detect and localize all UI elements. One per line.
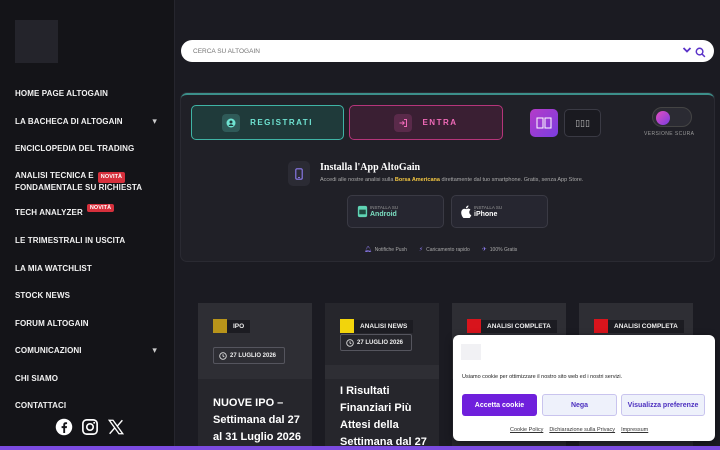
- promo-panel: REGISTRATI ENTRA ▯▯▯ VERSIONE SCURA Inst…: [181, 93, 714, 261]
- facebook-icon[interactable]: [54, 417, 74, 437]
- accept-cookies-button[interactable]: Accetta cookie: [462, 394, 537, 416]
- sidebar-item-home[interactable]: HOME PAGE ALTOGAIN: [15, 89, 165, 98]
- sidebar-item-label: ANALISI TECNICA E NOVITÀ FONDAMENTALE SU R…: [15, 171, 143, 192]
- impressum-link[interactable]: Impressum: [621, 427, 648, 433]
- sidebar-item-bacheca[interactable]: LA BACHECA DI ALTOGAIN ▾: [15, 116, 165, 127]
- search-bar: [181, 40, 714, 62]
- category-color: [594, 319, 608, 333]
- layout-two-columns-button[interactable]: [530, 109, 558, 137]
- site-logo[interactable]: [15, 20, 58, 63]
- card-title[interactable]: I Risultati Finanziari Più Attesi della …: [340, 383, 432, 450]
- category-color: [467, 319, 481, 333]
- bottom-accent-bar: [0, 446, 720, 450]
- feature-fast: ⚡︎ Caricamento rapido: [418, 246, 470, 254]
- category-color: [213, 319, 227, 333]
- chevron-down-icon[interactable]: ▾: [152, 116, 157, 127]
- dark-mode-toggle[interactable]: [652, 107, 692, 127]
- search-icon[interactable]: [695, 45, 706, 63]
- category-tag[interactable]: ANALISI COMPLETA: [467, 319, 557, 333]
- sidebar-item-forum[interactable]: FORUM ALTOGAIN: [15, 319, 165, 328]
- article-card[interactable]: ANALISI NEWS 27 LUGLIO 2026 I Risultati …: [325, 303, 439, 450]
- lightning-icon: ⚡︎: [418, 247, 424, 253]
- install-android-button[interactable]: INSTALLA SU Android: [347, 195, 444, 228]
- sidebar-item-contattaci[interactable]: CONTATTACI: [15, 401, 165, 410]
- privacy-statement-link[interactable]: Dichiarazione sulla Privacy: [549, 427, 615, 433]
- sidebar-item-watchlist[interactable]: LA MIA WATCHLIST: [15, 264, 165, 273]
- new-badge: NOVITÀ: [86, 204, 115, 212]
- cookie-banner: Usiamo cookie per ottimizzare il nostro …: [453, 335, 715, 441]
- new-badge: NOVITÀ: [97, 172, 126, 183]
- search-input[interactable]: [193, 47, 663, 55]
- login-button[interactable]: ENTRA: [349, 105, 503, 140]
- register-button[interactable]: REGISTRATI: [191, 105, 344, 140]
- sidebar-item-label: LA MIA WATCHLIST: [15, 264, 92, 273]
- feature-free: ✈︎ 100% Gratis: [481, 246, 518, 254]
- rocket-icon: ✈︎: [481, 247, 487, 253]
- clock-icon: [346, 339, 354, 349]
- clock-icon: [219, 352, 227, 362]
- dark-mode-label: VERSIONE SCURA: [644, 131, 695, 137]
- sidebar-item-label: COMUNICAZIONI: [15, 346, 82, 355]
- sidebar-item-chi-siamo[interactable]: CHI SIAMO: [15, 374, 165, 383]
- login-icon: [394, 113, 413, 132]
- cookie-text: Usiamo cookie per ottimizzare il nostro …: [462, 374, 623, 380]
- sidebar-item-label: ENCICLOPEDIA DEL TRADING: [15, 144, 135, 153]
- view-preferences-button[interactable]: Visualizza preferenze: [621, 394, 705, 416]
- chevron-down-icon[interactable]: ▾: [152, 345, 157, 356]
- sidebar-item-label: LA BACHECA DI ALTOGAIN: [15, 117, 123, 126]
- sidebar-item-trimestrali[interactable]: LE TRIMESTRALI IN USCITA: [15, 236, 165, 245]
- card-thumbnail: [198, 303, 312, 379]
- android-icon: [356, 205, 369, 223]
- cookie-policy-link[interactable]: Cookie Policy: [510, 427, 543, 433]
- sidebar-item-label: STOCK NEWS: [15, 291, 71, 300]
- sidebar-item-label: HOME PAGE ALTOGAIN: [15, 89, 109, 98]
- date-badge: 27 LUGLIO 2026: [340, 334, 412, 351]
- deny-cookies-button[interactable]: Nega: [542, 394, 617, 416]
- sidebar-item-label: TECH ANALYZER: [15, 208, 83, 217]
- category-tag[interactable]: ANALISI COMPLETA: [594, 319, 684, 333]
- sidebar-item-tech-analyzer[interactable]: TECH ANALYZER NOVITÀ: [15, 204, 165, 217]
- social-links: [54, 417, 126, 437]
- page-root: HOME PAGE ALTOGAIN LA BACHECA DI ALTOGAI…: [0, 0, 720, 450]
- sidebar-item-analisi[interactable]: ANALISI TECNICA E NOVITÀ FONDAMENTALE SU R…: [15, 171, 165, 192]
- x-icon[interactable]: [106, 417, 126, 437]
- sidebar-item-label: CHI SIAMO: [15, 374, 59, 383]
- card-title[interactable]: NUOVE IPO – Settimana dal 27 al 31 Lugli…: [213, 395, 305, 446]
- login-label: ENTRA: [422, 118, 458, 127]
- layout-three-columns-button[interactable]: ▯▯▯: [564, 109, 601, 137]
- smartphone-icon: [288, 161, 310, 186]
- category-tag[interactable]: IPO: [213, 319, 251, 333]
- sidebar-item-stock-news[interactable]: STOCK NEWS: [15, 291, 165, 300]
- columns-icon: [536, 117, 552, 129]
- app-install-title: Installa l'App AltoGain: [320, 162, 421, 173]
- columns-icon: ▯▯▯: [575, 117, 590, 128]
- sidebar: HOME PAGE ALTOGAIN LA BACHECA DI ALTOGAI…: [0, 0, 175, 450]
- sidebar-item-enciclopedia[interactable]: ENCICLOPEDIA DEL TRADING: [15, 144, 165, 153]
- sidebar-item-label: CONTATTACI: [15, 401, 67, 410]
- date-badge: 27 LUGLIO 2026: [213, 347, 285, 364]
- register-label: REGISTRATI: [250, 118, 313, 127]
- sidebar-item-comunicazioni[interactable]: COMUNICAZIONI ▾: [15, 345, 165, 356]
- article-card[interactable]: IPO 27 LUGLIO 2026 NUOVE IPO – Settimana…: [198, 303, 312, 450]
- category-tag[interactable]: ANALISI NEWS: [340, 319, 414, 333]
- app-install-description: Accedi alle nostre analisi sulla Borsa A…: [320, 177, 584, 183]
- feature-push: 🔔︎ Notifiche Push: [364, 246, 407, 254]
- sidebar-item-label: FORUM ALTOGAIN: [15, 319, 89, 328]
- chevron-down-icon[interactable]: [682, 45, 692, 58]
- toggle-knob: [656, 111, 670, 125]
- install-iphone-button[interactable]: INSTALLA SU iPhone: [451, 195, 548, 228]
- cookie-links: Cookie Policy Dichiarazione sulla Privac…: [510, 427, 648, 433]
- bell-icon: 🔔︎: [364, 247, 372, 253]
- app-features: 🔔︎ Notifiche Push ⚡︎ Caricamento rapido ✈︎…: [364, 246, 518, 254]
- user-icon: [222, 113, 241, 132]
- card-thumbnail: [325, 365, 439, 379]
- category-color: [340, 319, 354, 333]
- cookie-logo: [461, 344, 481, 360]
- sidebar-item-label: LE TRIMESTRALI IN USCITA: [15, 236, 126, 245]
- apple-icon: [460, 205, 472, 223]
- instagram-icon[interactable]: [80, 417, 100, 437]
